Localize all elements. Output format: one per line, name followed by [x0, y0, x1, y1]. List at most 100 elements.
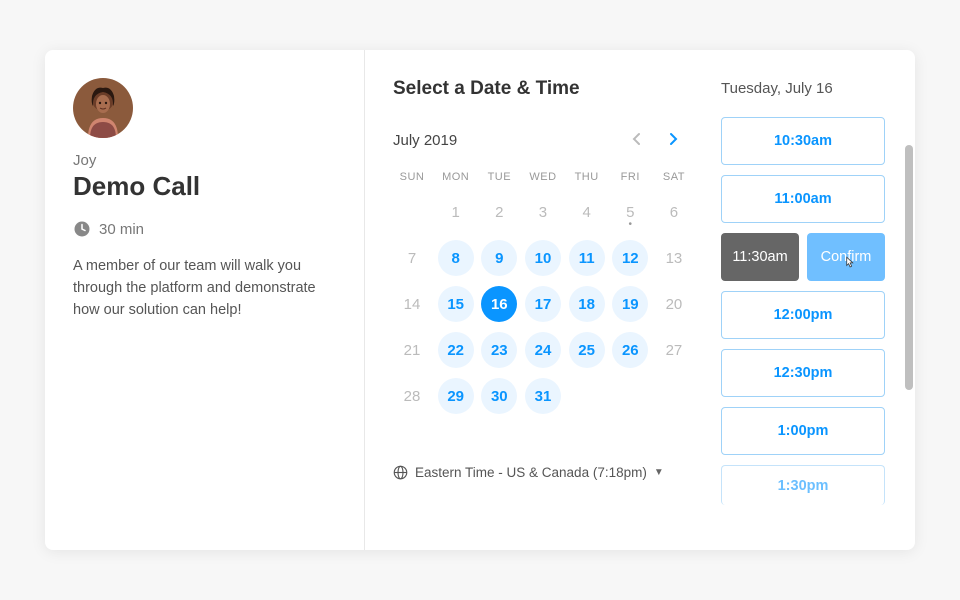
timezone-label: Eastern Time - US & Canada (7:18pm) — [415, 465, 647, 480]
day-cell: 9 — [480, 239, 518, 277]
day-available[interactable]: 8 — [438, 240, 474, 276]
day-cell: 28 — [393, 377, 431, 415]
day-cell: 2 — [480, 193, 518, 231]
day-disabled: 14 — [394, 286, 430, 322]
day-cell: 1 — [437, 193, 475, 231]
day-available[interactable]: 30 — [481, 378, 517, 414]
month-label: July 2019 — [393, 132, 457, 149]
day-available[interactable]: 29 — [438, 378, 474, 414]
calendar-week: 28293031 — [393, 377, 693, 415]
day-available[interactable]: 31 — [525, 378, 561, 414]
clock-icon — [73, 220, 91, 238]
calendar-week: 14151617181920 — [393, 285, 693, 323]
time-slot[interactable]: 1:30pm — [721, 465, 885, 505]
weekday-label: TUE — [480, 171, 518, 183]
day-disabled: 21 — [394, 332, 430, 368]
day-cell: 30 — [480, 377, 518, 415]
weekday-label: MON — [437, 171, 475, 183]
day-disabled: 20 — [656, 286, 692, 322]
day-available[interactable]: 22 — [438, 332, 474, 368]
day-cell: 25 — [568, 331, 606, 369]
host-name: Joy — [73, 152, 336, 169]
day-cell — [568, 377, 606, 415]
time-slot[interactable]: 10:30am — [721, 117, 885, 165]
confirm-button[interactable]: Confirm — [807, 233, 885, 281]
day-cell: 24 — [524, 331, 562, 369]
duration-text: 30 min — [99, 221, 144, 238]
day-cell: 26 — [611, 331, 649, 369]
month-header: July 2019 — [393, 128, 693, 153]
day-disabled: 6 — [656, 194, 692, 230]
day-cell: 8 — [437, 239, 475, 277]
event-title: Demo Call — [73, 171, 336, 202]
scrollbar[interactable] — [905, 145, 913, 390]
day-disabled: 7 — [394, 240, 430, 276]
day-available[interactable]: 24 — [525, 332, 561, 368]
scheduling-panel: Select a Date & Time July 2019 SUNMONTUE… — [365, 50, 915, 550]
today-indicator: • — [629, 219, 633, 230]
day-cell: 12 — [611, 239, 649, 277]
calendar-week: 78910111213 — [393, 239, 693, 277]
day-available[interactable]: 10 — [525, 240, 561, 276]
globe-icon — [393, 465, 408, 480]
selected-date-heading: Tuesday, July 16 — [721, 78, 885, 97]
calendar-week: 21222324252627 — [393, 331, 693, 369]
selected-slot-row: 11:30amConfirm — [721, 233, 885, 281]
day-available[interactable]: 19 — [612, 286, 648, 322]
day-cell — [393, 193, 431, 231]
day-disabled: 1 — [438, 194, 474, 230]
time-slot[interactable]: 12:00pm — [721, 291, 885, 339]
weekday-header: SUNMONTUEWEDTHUFRISAT — [393, 171, 693, 183]
selected-time-slot[interactable]: 11:30am — [721, 233, 799, 281]
times-column: Tuesday, July 16 10:30am 11:00am 11:30amCo… — [693, 78, 905, 540]
day-available[interactable]: 17 — [525, 286, 561, 322]
booking-card: Joy Demo Call 30 min A member of our tea… — [45, 50, 915, 550]
day-disabled: 2 — [481, 194, 517, 230]
time-slot[interactable]: 12:30pm — [721, 349, 885, 397]
day-cell: 27 — [655, 331, 693, 369]
next-month-button[interactable] — [665, 128, 683, 153]
scrollbar-thumb[interactable] — [905, 145, 913, 390]
day-disabled: 13 — [656, 240, 692, 276]
section-title: Select a Date & Time — [393, 78, 693, 100]
day-available[interactable]: 12 — [612, 240, 648, 276]
day-cell: 19 — [611, 285, 649, 323]
day-cell: 5• — [611, 193, 649, 231]
day-available[interactable]: 25 — [569, 332, 605, 368]
day-cell: 10 — [524, 239, 562, 277]
day-cell — [655, 377, 693, 415]
day-available[interactable]: 11 — [569, 240, 605, 276]
time-slot[interactable]: 1:00pm — [721, 407, 885, 455]
time-slots: 10:30am 11:00am 11:30amConfirm 12:00pm 12:30… — [721, 117, 885, 505]
day-cell: 7 — [393, 239, 431, 277]
prev-month-button[interactable] — [627, 128, 645, 153]
day-cell: 14 — [393, 285, 431, 323]
chevron-left-icon — [631, 132, 641, 146]
cursor-pointer-icon — [840, 255, 858, 273]
day-cell: 17 — [524, 285, 562, 323]
day-available[interactable]: 23 — [481, 332, 517, 368]
chevron-down-icon: ▼ — [654, 467, 664, 478]
day-cell: 6 — [655, 193, 693, 231]
day-cell — [611, 377, 649, 415]
day-available[interactable]: 9 — [481, 240, 517, 276]
day-cell: 22 — [437, 331, 475, 369]
day-available[interactable]: 26 — [612, 332, 648, 368]
duration-row: 30 min — [73, 220, 336, 238]
host-avatar — [73, 78, 133, 138]
calendar-grid: 12345•6789101112131415161718192021222324… — [393, 193, 693, 415]
weekday-label: WED — [524, 171, 562, 183]
day-cell: 23 — [480, 331, 518, 369]
day-cell: 4 — [568, 193, 606, 231]
calendar-week: 12345•6 — [393, 193, 693, 231]
day-cell: 20 — [655, 285, 693, 323]
day-disabled: 4 — [569, 194, 605, 230]
event-description: A member of our team will walk you throu… — [73, 256, 336, 321]
day-available[interactable]: 15 — [438, 286, 474, 322]
day-selected[interactable]: 16 — [481, 286, 517, 322]
timezone-selector[interactable]: Eastern Time - US & Canada (7:18pm) ▼ — [393, 465, 693, 480]
time-slot[interactable]: 11:00am — [721, 175, 885, 223]
day-disabled: 3 — [525, 194, 561, 230]
day-available[interactable]: 18 — [569, 286, 605, 322]
day-disabled: 27 — [656, 332, 692, 368]
